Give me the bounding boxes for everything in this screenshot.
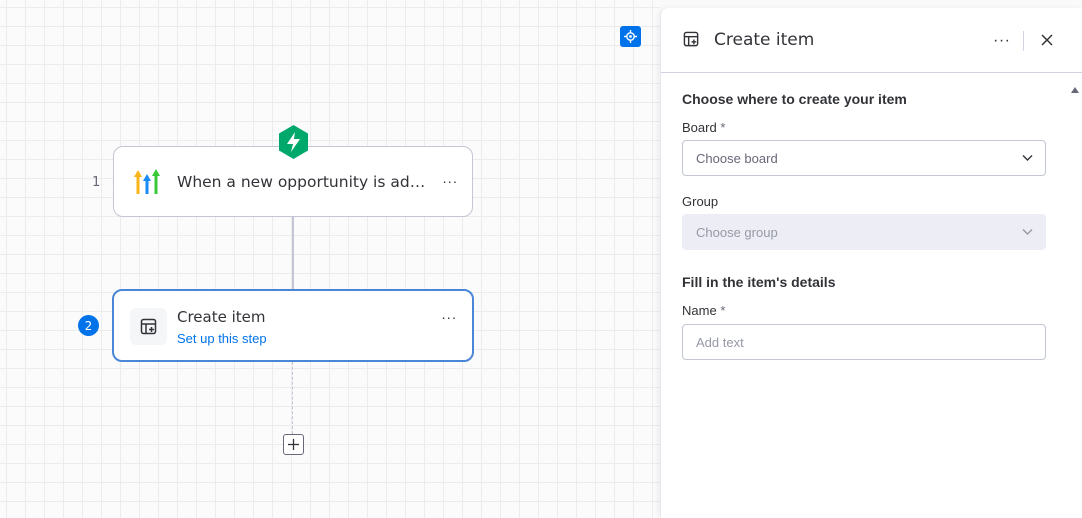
required-marker: *	[720, 120, 726, 135]
create-item-icon	[140, 318, 156, 334]
add-step-button[interactable]	[283, 434, 304, 455]
dashed-connector	[292, 362, 293, 434]
crosshair-icon	[624, 30, 637, 43]
header-divider	[1023, 31, 1024, 51]
step-number-2: 2	[78, 315, 99, 336]
action-more-button[interactable]: ···	[439, 309, 459, 325]
gohighlevel-logo-icon	[134, 169, 160, 194]
step-number-1: 1	[92, 175, 101, 190]
close-icon[interactable]	[1039, 32, 1055, 48]
panel-title: Create item	[714, 30, 815, 50]
step-config-panel: Create item ··· Choose where to create y…	[660, 8, 1082, 518]
board-label: Board *	[682, 120, 726, 135]
plus-icon	[288, 439, 299, 450]
panel-header: Create item ···	[661, 8, 1082, 73]
details-section-title: Fill in the item's details	[682, 274, 836, 290]
trigger-more-button[interactable]: ···	[440, 173, 460, 189]
action-icon-box	[130, 308, 167, 345]
setup-step-link[interactable]: Set up this step	[177, 331, 267, 346]
trigger-step-title: When a new opportunity is added	[177, 173, 427, 191]
board-placeholder: Choose board	[696, 150, 778, 166]
step-connector	[292, 217, 294, 289]
group-label: Group	[682, 194, 719, 209]
group-dropdown: Choose group	[682, 214, 1046, 250]
panel-more-button[interactable]: ···	[993, 32, 1010, 50]
trigger-bolt-icon	[279, 125, 308, 159]
name-placeholder: Add text	[696, 334, 744, 350]
chevron-down-icon	[1022, 155, 1033, 161]
required-marker: *	[720, 303, 726, 318]
board-dropdown[interactable]: Choose board	[682, 140, 1046, 176]
action-step-card[interactable]: Create item Set up this step ···	[112, 289, 474, 362]
action-step-title: Create item	[177, 308, 266, 326]
name-label: Name *	[682, 303, 726, 318]
where-section-title: Choose where to create your item	[682, 91, 907, 107]
create-item-icon	[683, 31, 699, 47]
workflow-canvas: 1 When a new opportunity is added ··· 2	[0, 0, 660, 518]
scroll-up-icon[interactable]	[1070, 86, 1080, 94]
group-placeholder: Choose group	[696, 224, 778, 240]
recenter-button[interactable]	[620, 26, 641, 47]
chevron-down-icon	[1022, 229, 1033, 235]
name-input[interactable]: Add text	[682, 324, 1046, 360]
